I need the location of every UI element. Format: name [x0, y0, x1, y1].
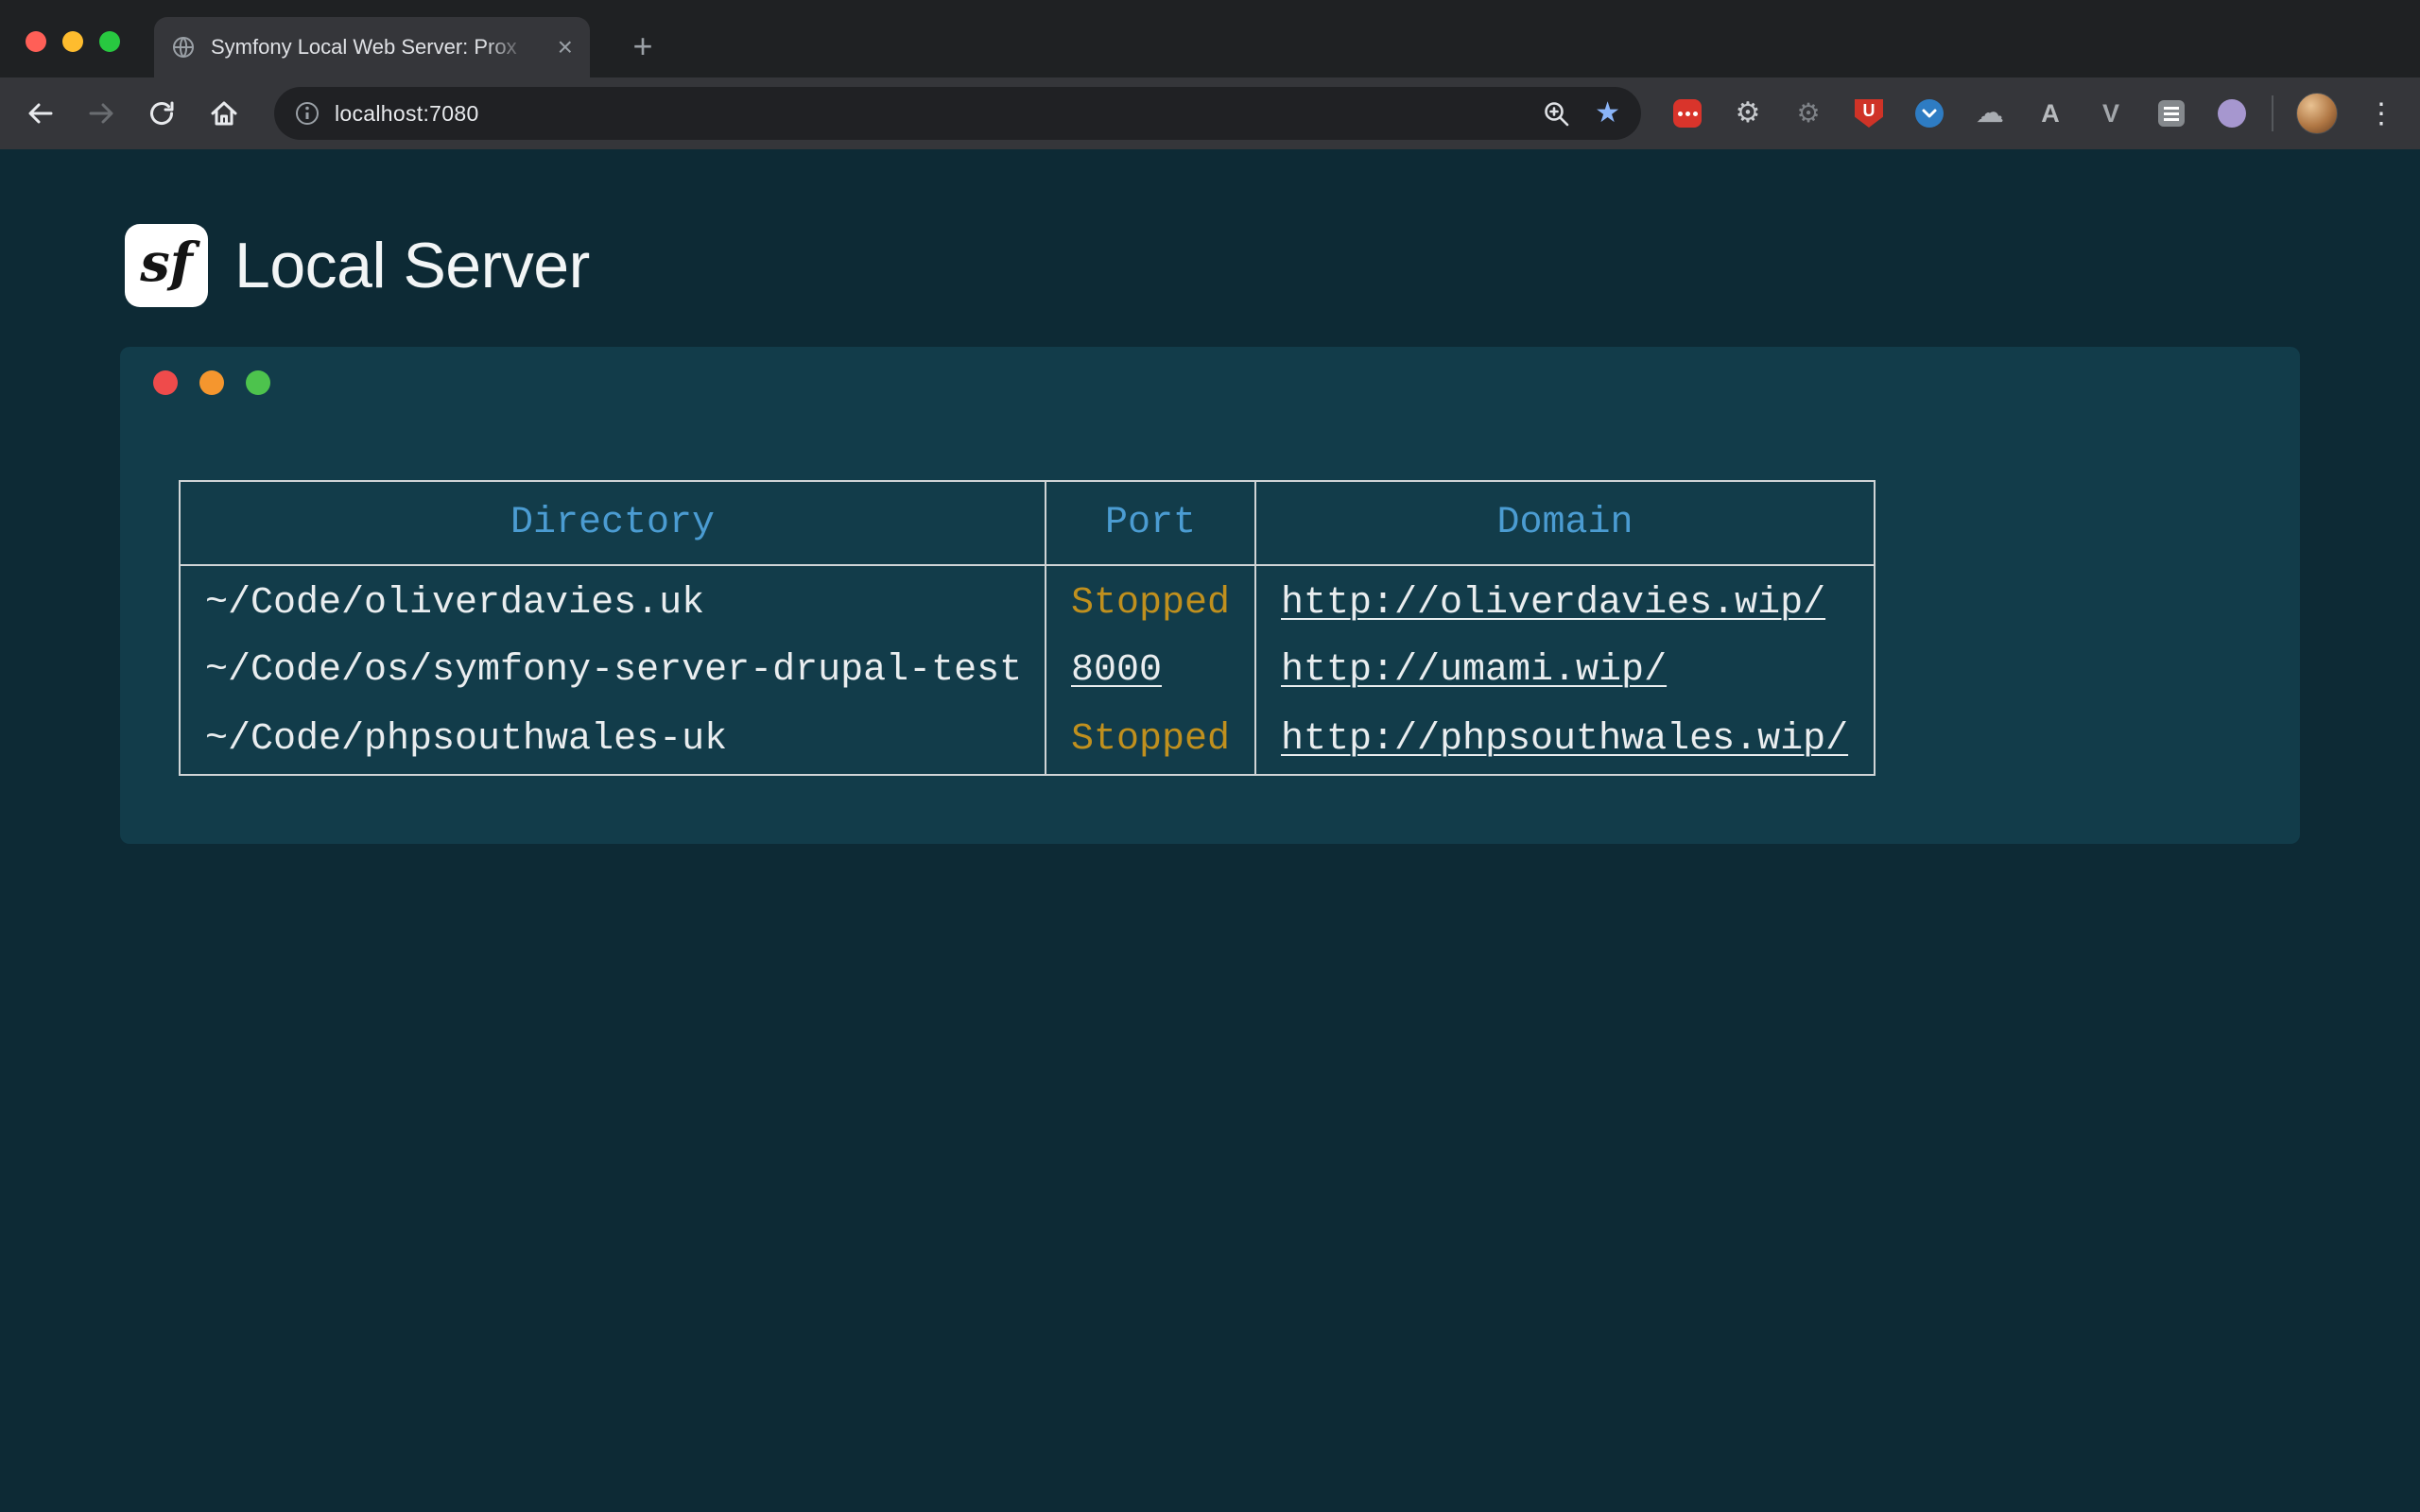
card-dot-orange [199, 370, 224, 395]
card-dot-green [246, 370, 270, 395]
server-table: Directory Port Domain ~/Code/oliverdavie… [179, 480, 1876, 776]
vimium-icon[interactable]: V [2095, 97, 2127, 129]
site-info-icon[interactable] [295, 101, 320, 126]
url-text[interactable]: localhost:7080 [335, 101, 479, 127]
card-window-dots [153, 370, 270, 395]
table-row: ~/Code/os/symfony-server-drupal-test 800… [180, 635, 1875, 705]
domain-link[interactable]: http://umami.wip/ [1281, 649, 1667, 692]
browser-menu-icon[interactable]: ⋮ [2362, 91, 2400, 136]
tab-close-icon[interactable]: × [558, 34, 573, 60]
directory-cell: ~/Code/oliverdavies.uk [180, 565, 1046, 635]
globe-favicon-icon [171, 35, 196, 60]
address-bar[interactable]: localhost:7080 ★ [274, 87, 1641, 140]
forward-button[interactable] [85, 96, 119, 130]
cloud-icon[interactable]: ☁ [1974, 97, 2006, 129]
list-icon[interactable] [2155, 97, 2187, 129]
window-controls [26, 31, 120, 52]
reload-button[interactable] [145, 96, 179, 130]
ublock-icon[interactable]: U [1853, 97, 1885, 129]
tab-title: Symfony Local Web Server: Prox [211, 35, 537, 60]
zoom-icon[interactable] [1542, 99, 1570, 128]
card-dot-red [153, 370, 178, 395]
browser-window: Symfony Local Web Server: Prox × + [0, 0, 2420, 1512]
directory-cell: ~/Code/os/symfony-server-drupal-test [180, 635, 1046, 705]
table-row: ~/Code/oliverdavies.uk Stopped http://ol… [180, 565, 1875, 635]
page-content: sf Local Server Directory Port [0, 149, 2420, 1512]
browser-tab[interactable]: Symfony Local Web Server: Prox × [154, 17, 590, 77]
table-header-row: Directory Port Domain [180, 481, 1875, 565]
window-minimize-button[interactable] [62, 31, 83, 52]
new-tab-button[interactable]: + [624, 25, 662, 68]
port-status: Stopped [1071, 718, 1230, 761]
directory-cell: ~/Code/phpsouthwales-uk [180, 705, 1046, 775]
domain-link[interactable]: http://phpsouthwales.wip/ [1281, 718, 1848, 761]
tab-strip: Symfony Local Web Server: Prox × + [0, 0, 2420, 77]
cog-icon[interactable]: ⚙ [1792, 97, 1824, 129]
server-card: Directory Port Domain ~/Code/oliverdavie… [120, 347, 2300, 844]
octocat-icon[interactable] [2216, 97, 2248, 129]
port-status: Stopped [1071, 582, 1230, 625]
omnibox-actions: ★ [1542, 99, 1620, 128]
column-header-port: Port [1046, 481, 1255, 565]
toolbar-separator [2272, 95, 2273, 131]
page-title: Local Server [234, 229, 590, 302]
browser-toolbar: localhost:7080 ★ ⚙ ⚙ U [0, 77, 2420, 149]
window-close-button[interactable] [26, 31, 46, 52]
bookmark-star-icon[interactable]: ★ [1595, 99, 1620, 128]
column-header-directory: Directory [180, 481, 1046, 565]
extensions-bar: ⚙ ⚙ U ☁ A V [1671, 77, 2248, 149]
tab-title-fade [484, 35, 537, 60]
column-header-domain: Domain [1255, 481, 1875, 565]
gear-icon[interactable]: ⚙ [1732, 97, 1764, 129]
table-row: ~/Code/phpsouthwales-uk Stopped http://p… [180, 705, 1875, 775]
profile-avatar[interactable] [2296, 93, 2338, 134]
port-link[interactable]: 8000 [1071, 649, 1162, 692]
symfony-logo-text: sf [140, 232, 193, 294]
adblock-icon[interactable] [1671, 97, 1703, 129]
home-button[interactable] [207, 96, 241, 130]
brand-header: sf Local Server [125, 224, 590, 307]
pocket-icon[interactable] [1913, 97, 1945, 129]
letter-a-icon[interactable]: A [2034, 97, 2066, 129]
symfony-logo-icon: sf [125, 224, 208, 307]
domain-link[interactable]: http://oliverdavies.wip/ [1281, 582, 1825, 625]
window-zoom-button[interactable] [99, 31, 120, 52]
back-button[interactable] [23, 96, 57, 130]
